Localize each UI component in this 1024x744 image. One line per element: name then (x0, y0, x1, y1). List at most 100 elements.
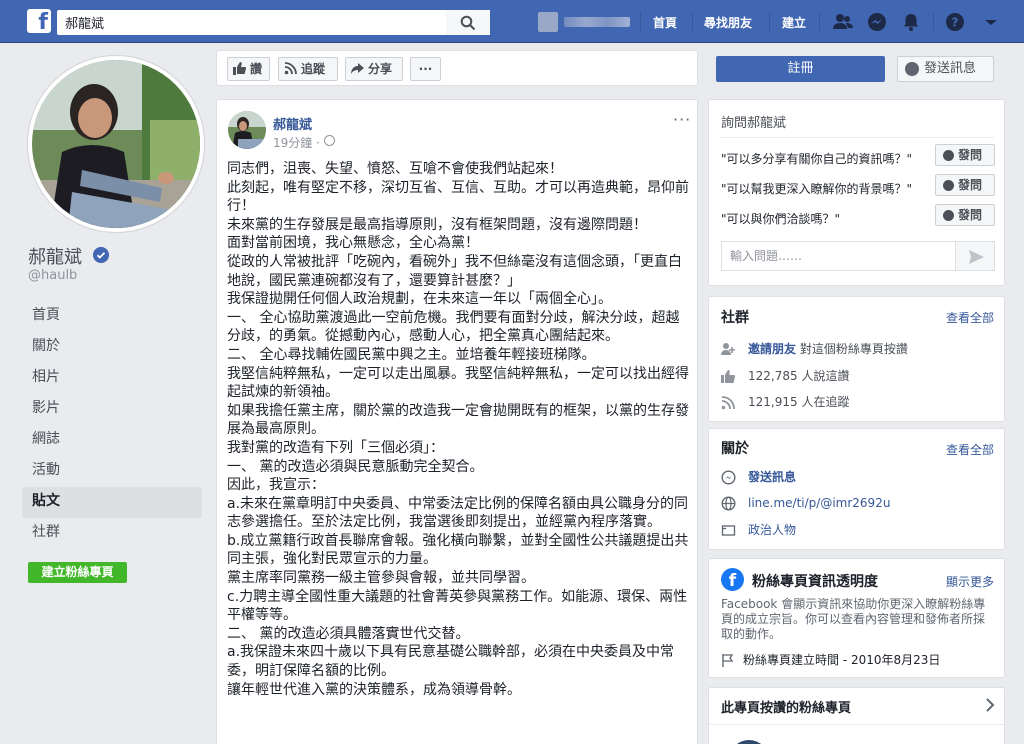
invite-friends-link[interactable]: 邀請朋友 (748, 342, 796, 356)
invite-friends-text: 對這個粉絲專頁按讚 (799, 342, 908, 356)
about-category-link[interactable]: 政治人物 (748, 523, 796, 537)
like-button[interactable]: 讚 (227, 57, 270, 81)
likes-count-row: 122,785 人說這讚 (721, 367, 849, 385)
post-paragraph: a.未來在黨章明訂中央委員、中常委法定比例的保障名額由具公職身分的同志參選擔任。… (227, 495, 689, 531)
register-button[interactable]: 註冊 (716, 56, 885, 82)
liked-page-avatar[interactable] (729, 740, 769, 744)
liked-pages-title: 此專頁按讚的粉絲專頁 (721, 701, 852, 716)
profile-shortcut-name (564, 17, 630, 27)
page-name[interactable]: 郝龍斌 (28, 243, 82, 269)
chevron-down-icon[interactable] (980, 11, 1002, 33)
about-website-link[interactable]: line.me/ti/p/@imr2692u (748, 496, 890, 510)
search-icon (460, 15, 476, 31)
nav-home[interactable]: 首頁 (653, 14, 677, 31)
like-button-label: 讚 (250, 62, 263, 76)
left-nav-item-posts[interactable]: 貼文 (22, 487, 202, 518)
follow-button-label: 追蹤 (301, 62, 326, 76)
post-paragraph: b.成立黨籍行政首長聯席會報。強化橫向聯繫，並對全國性公共議題提出共同主張，強化… (227, 532, 689, 568)
facebook-logo-icon[interactable]: f (27, 9, 51, 33)
left-nav-item-photos[interactable]: 相片 (22, 363, 202, 394)
send-question-button[interactable] (955, 241, 995, 271)
nav-divider (819, 13, 820, 31)
post-paragraph: 二、 全心尋找輔佐國民黨中興之主。並培養年輕接班梯隊。 (227, 346, 596, 363)
nav-divider (640, 13, 641, 31)
post-paragraph: 我保證拋開任何個人政治規劃，在未來這一年以「兩個全心」。 (227, 291, 612, 308)
invite-friends-icon (721, 343, 735, 355)
notifications-icon[interactable] (900, 11, 922, 33)
page-action-bar: 讚 追蹤 分享 ··· (216, 50, 698, 86)
search-button[interactable] (446, 10, 490, 35)
left-nav-item-about[interactable]: 關於 (22, 332, 202, 363)
profile-picture[interactable] (28, 56, 204, 232)
suggested-question: "可以與你們洽談嗎？" (721, 212, 841, 226)
profile-shortcut[interactable] (538, 12, 632, 32)
category-tag-icon (721, 525, 736, 536)
send-icon (969, 250, 984, 264)
messenger-icon (905, 62, 919, 76)
question-input[interactable]: 輸入問題…… (721, 241, 956, 271)
post-paragraph: 我對黨的改造有下列「三個必須」： (227, 439, 444, 456)
messenger-icon (943, 210, 954, 221)
post-options-button[interactable]: ··· (673, 110, 691, 129)
post-paragraph: 面對當前困境，我心無懸念，全心為黨！ (227, 235, 479, 252)
thumbs-up-icon (721, 370, 736, 383)
more-options-button[interactable]: ··· (410, 57, 441, 81)
profile-photo (32, 60, 200, 228)
post-paragraph: 一、 全心協助黨渡過此一空前危機。我們要有面對分歧，解決分歧，超越分歧，的勇氣。… (227, 309, 680, 345)
nav-divider (692, 13, 693, 31)
ask-button[interactable]: 發問 (935, 204, 995, 226)
post-paragraph: 我堅信純粹無私，一定可以走出風暴。我堅信純粹無私，一定可以找出經得起試煉的新領袖… (227, 365, 689, 401)
transparency-card-title: 粉絲專頁資訊透明度 (752, 574, 878, 590)
messenger-icon (721, 470, 736, 485)
nav-find-friends[interactable]: 尋找朋友 (704, 14, 752, 31)
post-author-name[interactable]: 郝龍斌 (273, 114, 312, 133)
follows-count: 121,915 人在追蹤 (748, 395, 850, 409)
flag-icon (722, 654, 734, 667)
avatar (228, 111, 266, 149)
page-created-row: 粉絲專頁建立時間 - 2010年8月23日 (721, 651, 940, 669)
ask-button-label: 發問 (958, 148, 983, 162)
ask-button[interactable]: 發問 (935, 144, 995, 166)
about-see-all-link[interactable]: 查看全部 (946, 441, 994, 458)
messenger-icon[interactable] (866, 11, 888, 33)
left-nav-item-notes[interactable]: 網誌 (22, 425, 202, 456)
about-category-row: 政治人物 (721, 521, 796, 539)
send-message-button[interactable]: 發送訊息 (897, 56, 994, 82)
friend-requests-icon[interactable] (832, 11, 854, 33)
left-nav-item-events[interactable]: 活動 (22, 456, 202, 487)
about-send-message-link[interactable]: 發送訊息 (748, 470, 796, 484)
share-button[interactable]: 分享 (345, 57, 403, 81)
ask-button-label: 發問 (958, 178, 983, 192)
rss-icon (721, 396, 735, 410)
search-input[interactable] (57, 10, 447, 35)
left-nav-item-videos[interactable]: 影片 (22, 394, 202, 425)
community-see-all-link[interactable]: 查看全部 (946, 309, 994, 326)
create-page-button[interactable]: 建立粉絲專頁 (28, 562, 127, 583)
post-paragraph: 讓年輕世代進入黨的決策體系，成為領導骨幹。 (227, 681, 521, 698)
chevron-right-icon[interactable] (984, 698, 996, 712)
likes-count: 122,785 人說這讚 (748, 369, 850, 383)
liked-pages-card: 此專頁按讚的粉絲專頁 (708, 687, 1005, 744)
left-nav-item-community[interactable]: 社群 (22, 518, 202, 549)
page-created-date: 粉絲專頁建立時間 - 2010年8月23日 (743, 653, 941, 667)
post-timestamp[interactable]: 19分鐘 · (273, 134, 320, 151)
follow-button[interactable]: 追蹤 (278, 57, 338, 81)
ask-button[interactable]: 發問 (935, 174, 995, 196)
post-paragraph: a.我保證未來四十歲以下具有民意基礎公職幹部，必須在中央委員及中常委，明訂保障名… (227, 644, 675, 680)
nav-create[interactable]: 建立 (782, 14, 806, 31)
post-paragraph: c.力聘主導全國性重大議題的社會菁英參與黨務工作。如能源、環保、兩性平權等等。 (227, 588, 688, 624)
facebook-logo-icon: f (721, 568, 744, 591)
post-paragraph: 未來黨的生存發展是最高指導原則，沒有框架問題，沒有邊際問題！ (227, 216, 647, 233)
left-nav-item-home[interactable]: 首頁 (22, 301, 202, 332)
ask-card: 詢問郝龍斌 "可以多分享有關你自己的資訊嗎？" 發問 "可以幫我更深入瞭解你的背… (708, 99, 1005, 286)
transparency-show-more-link[interactable]: 顯示更多 (946, 573, 994, 590)
post-card: 郝龍斌 19分鐘 · ··· 同志們，沮喪、失望、憤怒、互嗆不會使我們站起來！ 此… (216, 99, 698, 744)
post-paragraph: 一、 黨的改造必須與民意脈動完全契合。 (227, 458, 484, 475)
left-nav: 首頁 關於 相片 影片 網誌 活動 貼文 社群 (22, 301, 202, 549)
globe-icon (721, 496, 736, 511)
send-message-label: 發送訊息 (924, 61, 977, 76)
page-handle[interactable]: @haulb (28, 268, 77, 283)
post-paragraph: 從政的人常被批評「吃碗內，看碗外」我不但絲毫沒有這個念頭，「更直白地說，國民黨連… (227, 253, 682, 289)
help-icon[interactable]: ? (944, 11, 966, 33)
post-author-avatar[interactable] (228, 111, 266, 149)
